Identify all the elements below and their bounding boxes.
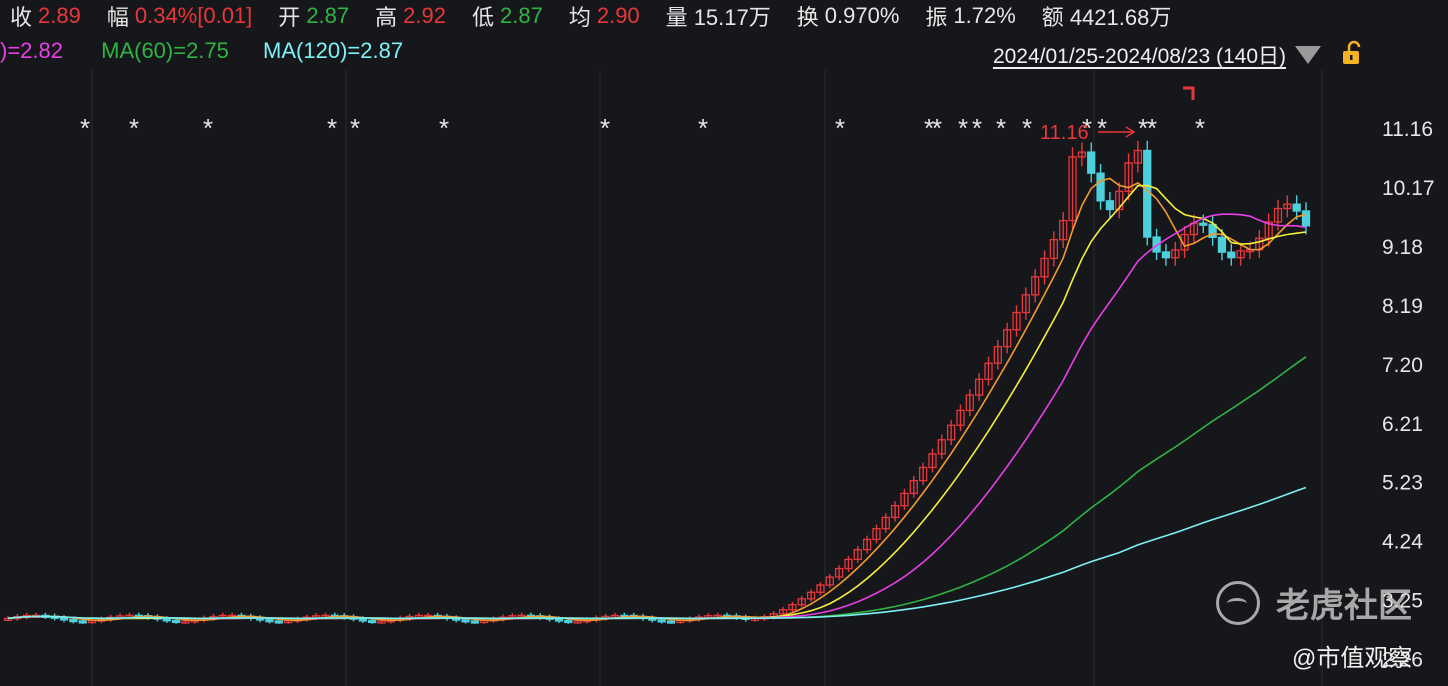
candle-body — [1227, 251, 1236, 259]
candle-body — [69, 618, 78, 623]
star-mark-19: * — [1195, 113, 1205, 143]
ma-line-120 — [7, 486, 1307, 620]
ma-line-20 — [7, 213, 1307, 620]
candle-body — [564, 619, 573, 624]
high-annotation: 11.16 — [1040, 122, 1089, 144]
candle-body — [461, 619, 470, 623]
star-mark-3: * — [327, 113, 337, 143]
stock-chart-window: 收 2.89 幅 0.34%[0.01] 开 2.87 高 2.92 低 2.87 均 2.90 量 15… — [0, 0, 1448, 686]
ma-line-5 — [7, 177, 1307, 622]
star-mark-13: * — [996, 113, 1006, 143]
star-mark-7: * — [698, 113, 708, 143]
star-mark-16: * — [1097, 113, 1107, 143]
candle-body — [1217, 236, 1227, 253]
y-tick-label-2: 9.18 — [1382, 236, 1423, 259]
y-tick-label-6: 5.23 — [1382, 471, 1423, 494]
y-tick-label-5: 6.21 — [1382, 413, 1423, 436]
star-mark-4: * — [350, 113, 360, 143]
candle-body — [265, 619, 274, 623]
star-mark-0: * — [80, 113, 90, 143]
candle-body — [1143, 149, 1152, 238]
tiger-logo-icon — [1216, 580, 1260, 625]
candle-body — [1161, 251, 1171, 259]
corner-marker — [1183, 86, 1195, 100]
candle-body — [162, 618, 171, 622]
y-tick-label-4: 7.20 — [1382, 354, 1423, 377]
star-mark-5: * — [439, 113, 449, 143]
star-mark-10: * — [932, 113, 942, 143]
watermark-brand: 老虎社区 — [1216, 578, 1412, 627]
candle-body — [1292, 203, 1301, 212]
candle-body — [274, 620, 283, 624]
star-mark-6: * — [600, 113, 610, 143]
star-mark-8: * — [835, 113, 845, 143]
y-tick-label-7: 4.24 — [1382, 530, 1423, 553]
star-mark-14: * — [1022, 113, 1032, 143]
candle-body — [657, 619, 666, 623]
ma-line-10 — [7, 184, 1307, 620]
star-mark-2: * — [203, 113, 213, 143]
candle-body — [59, 617, 69, 621]
y-tick-label-3: 8.19 — [1382, 295, 1423, 318]
candle-body — [368, 619, 377, 624]
candle-body — [1301, 210, 1311, 227]
candle-body — [554, 618, 564, 622]
star-mark-1: * — [129, 113, 139, 143]
candle-body — [1087, 151, 1096, 174]
candle-body — [171, 619, 181, 624]
y-tick-label-0: 11.16 — [1382, 118, 1433, 141]
star-mark-12: * — [972, 113, 982, 143]
candle-body — [1096, 172, 1105, 202]
watermark-handle: @市值观察 — [1292, 645, 1413, 672]
candle-body — [1105, 200, 1115, 211]
ma-line-60 — [7, 356, 1307, 620]
watermark-brand-text: 老虎社区 — [1276, 587, 1412, 625]
candle-body — [666, 620, 676, 624]
star-mark-18: * — [1147, 113, 1157, 143]
candle-body — [358, 618, 367, 622]
star-mark-11: * — [958, 113, 968, 143]
y-tick-label-1: 10.17 — [1382, 177, 1435, 200]
candle-body — [78, 620, 87, 624]
candle-body — [1199, 222, 1208, 226]
candle-body — [470, 620, 480, 624]
